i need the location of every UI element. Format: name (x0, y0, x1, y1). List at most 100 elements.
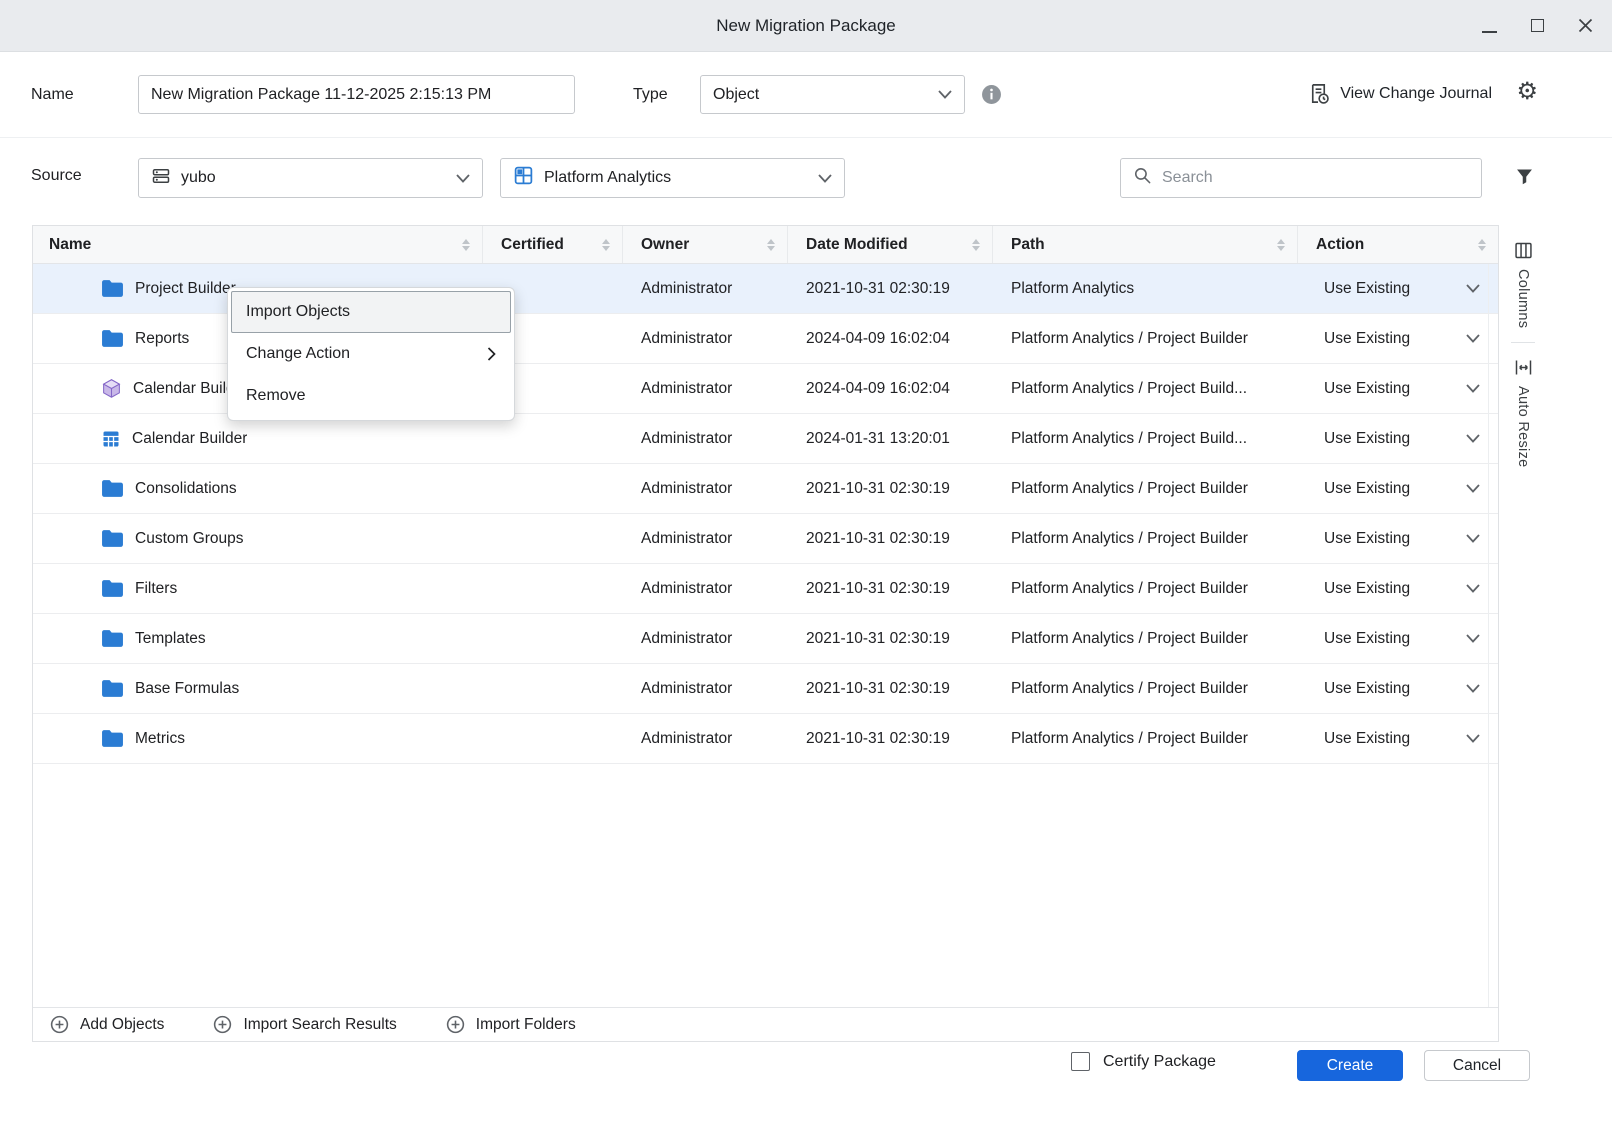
sort-icon[interactable] (1470, 239, 1486, 251)
source-catalog-value: Platform Analytics (544, 169, 671, 187)
info-icon[interactable] (981, 84, 1002, 110)
table-row[interactable]: Consolidations Administrator 2021-10-31 … (33, 464, 1498, 514)
row-owner: Administrator (623, 464, 788, 513)
chevron-down-icon (456, 174, 470, 183)
row-action-select[interactable]: Use Existing (1298, 514, 1498, 563)
folder-icon (101, 579, 124, 598)
row-certified (483, 714, 623, 763)
window-controls (1478, 0, 1596, 51)
row-owner: Administrator (623, 264, 788, 313)
row-action-select[interactable]: Use Existing (1298, 264, 1498, 313)
columns-button[interactable]: Columns (1513, 240, 1534, 328)
package-form-row: Name Type Object View Change Journal ⚙ (0, 52, 1612, 138)
certify-checkbox[interactable] (1071, 1052, 1090, 1071)
auto-resize-label: Auto Resize (1515, 386, 1531, 467)
row-action-value: Use Existing (1324, 730, 1410, 748)
source-row: Source yubo Platform Analytics (0, 156, 1612, 200)
folder-icon (101, 479, 124, 498)
import-folders-button[interactable]: Import Folders (445, 1014, 576, 1035)
sort-icon[interactable] (964, 239, 980, 251)
row-action-select[interactable]: Use Existing (1298, 714, 1498, 763)
create-button[interactable]: Create (1297, 1050, 1403, 1081)
chevron-down-icon (1466, 684, 1480, 693)
column-header-label: Name (49, 236, 91, 254)
column-header-certified[interactable]: Certified (483, 226, 623, 263)
menu-item-label: Import Objects (246, 303, 350, 321)
settings-gear-icon[interactable]: ⚙ (1516, 80, 1538, 104)
folder-icon (101, 629, 124, 648)
row-action-select[interactable]: Use Existing (1298, 664, 1498, 713)
row-action-select[interactable]: Use Existing (1298, 314, 1498, 363)
row-owner: Administrator (623, 564, 788, 613)
minimize-button[interactable] (1478, 15, 1500, 37)
column-header-label: Owner (641, 236, 689, 254)
filter-funnel-icon[interactable] (1514, 166, 1535, 192)
source-server-select[interactable]: yubo (138, 158, 483, 198)
table-row[interactable]: Base Formulas Administrator 2021-10-31 0… (33, 664, 1498, 714)
sort-icon[interactable] (594, 239, 610, 251)
source-catalog-select[interactable]: Platform Analytics (500, 158, 845, 198)
minimize-icon (1482, 31, 1497, 33)
row-action-select[interactable]: Use Existing (1298, 414, 1498, 463)
chevron-down-icon (818, 174, 832, 183)
folder-icon (101, 279, 124, 298)
sort-icon[interactable] (759, 239, 775, 251)
name-label: Name (31, 86, 74, 104)
menu-item-remove[interactable]: Remove (231, 375, 511, 417)
add-objects-label: Add Objects (80, 1016, 164, 1034)
row-action-select[interactable]: Use Existing (1298, 564, 1498, 613)
type-select[interactable]: Object (700, 75, 965, 114)
column-header-date-modified[interactable]: Date Modified (788, 226, 993, 263)
menu-item-import-objects[interactable]: Import Objects (231, 291, 511, 333)
cancel-button[interactable]: Cancel (1424, 1050, 1530, 1081)
name-input[interactable] (138, 75, 575, 114)
row-action-value: Use Existing (1324, 330, 1410, 348)
chevron-down-icon (1466, 584, 1480, 593)
change-journal-icon (1307, 82, 1330, 105)
row-action-select[interactable]: Use Existing (1298, 364, 1498, 413)
maximize-icon (1531, 19, 1544, 32)
maximize-button[interactable] (1526, 15, 1548, 37)
row-date-modified: 2021-10-31 02:30:19 (788, 464, 993, 513)
table-row[interactable]: Metrics Administrator 2021-10-31 02:30:1… (33, 714, 1498, 764)
source-label: Source (31, 167, 82, 185)
table-row[interactable]: Filters Administrator 2021-10-31 02:30:1… (33, 564, 1498, 614)
row-path: Platform Analytics / Project Builder (993, 714, 1298, 763)
row-action-select[interactable]: Use Existing (1298, 614, 1498, 663)
close-button[interactable] (1574, 15, 1596, 37)
row-certified (483, 614, 623, 663)
column-header-owner[interactable]: Owner (623, 226, 788, 263)
column-header-label: Date Modified (806, 236, 908, 254)
table-row[interactable]: Calendar Builder Administrator 2024-01-3… (33, 414, 1498, 464)
menu-item-label: Remove (246, 387, 306, 405)
auto-resize-button[interactable]: Auto Resize (1513, 357, 1534, 467)
row-path: Platform Analytics / Project Build... (993, 414, 1298, 463)
columns-label: Columns (1515, 269, 1531, 328)
view-change-journal-button[interactable]: View Change Journal (1307, 82, 1492, 105)
row-certified (483, 414, 623, 463)
sort-icon[interactable] (454, 239, 470, 251)
row-action-value: Use Existing (1324, 680, 1410, 698)
row-date-modified: 2021-10-31 02:30:19 (788, 514, 993, 563)
column-header-path[interactable]: Path (993, 226, 1298, 263)
column-header-action[interactable]: Action (1298, 226, 1498, 263)
add-objects-button[interactable]: Add Objects (49, 1014, 164, 1035)
table-row[interactable]: Custom Groups Administrator 2021-10-31 0… (33, 514, 1498, 564)
column-header-name[interactable]: Name (33, 226, 483, 263)
folder-icon (101, 729, 124, 748)
row-path: Platform Analytics (993, 264, 1298, 313)
menu-item-change-action[interactable]: Change Action (231, 333, 511, 375)
search-input[interactable] (1162, 169, 1469, 187)
import-search-results-button[interactable]: Import Search Results (212, 1014, 396, 1035)
row-name: Consolidations (135, 480, 237, 498)
row-name: Custom Groups (135, 530, 244, 548)
chevron-down-icon (1466, 484, 1480, 493)
row-certified (483, 464, 623, 513)
certify-package-control: Certify Package (1071, 1052, 1216, 1071)
row-path: Platform Analytics / Project Builder (993, 464, 1298, 513)
row-action-select[interactable]: Use Existing (1298, 464, 1498, 513)
table-row[interactable]: Templates Administrator 2021-10-31 02:30… (33, 614, 1498, 664)
row-owner: Administrator (623, 364, 788, 413)
chevron-down-icon (938, 90, 952, 99)
sort-icon[interactable] (1269, 239, 1285, 251)
